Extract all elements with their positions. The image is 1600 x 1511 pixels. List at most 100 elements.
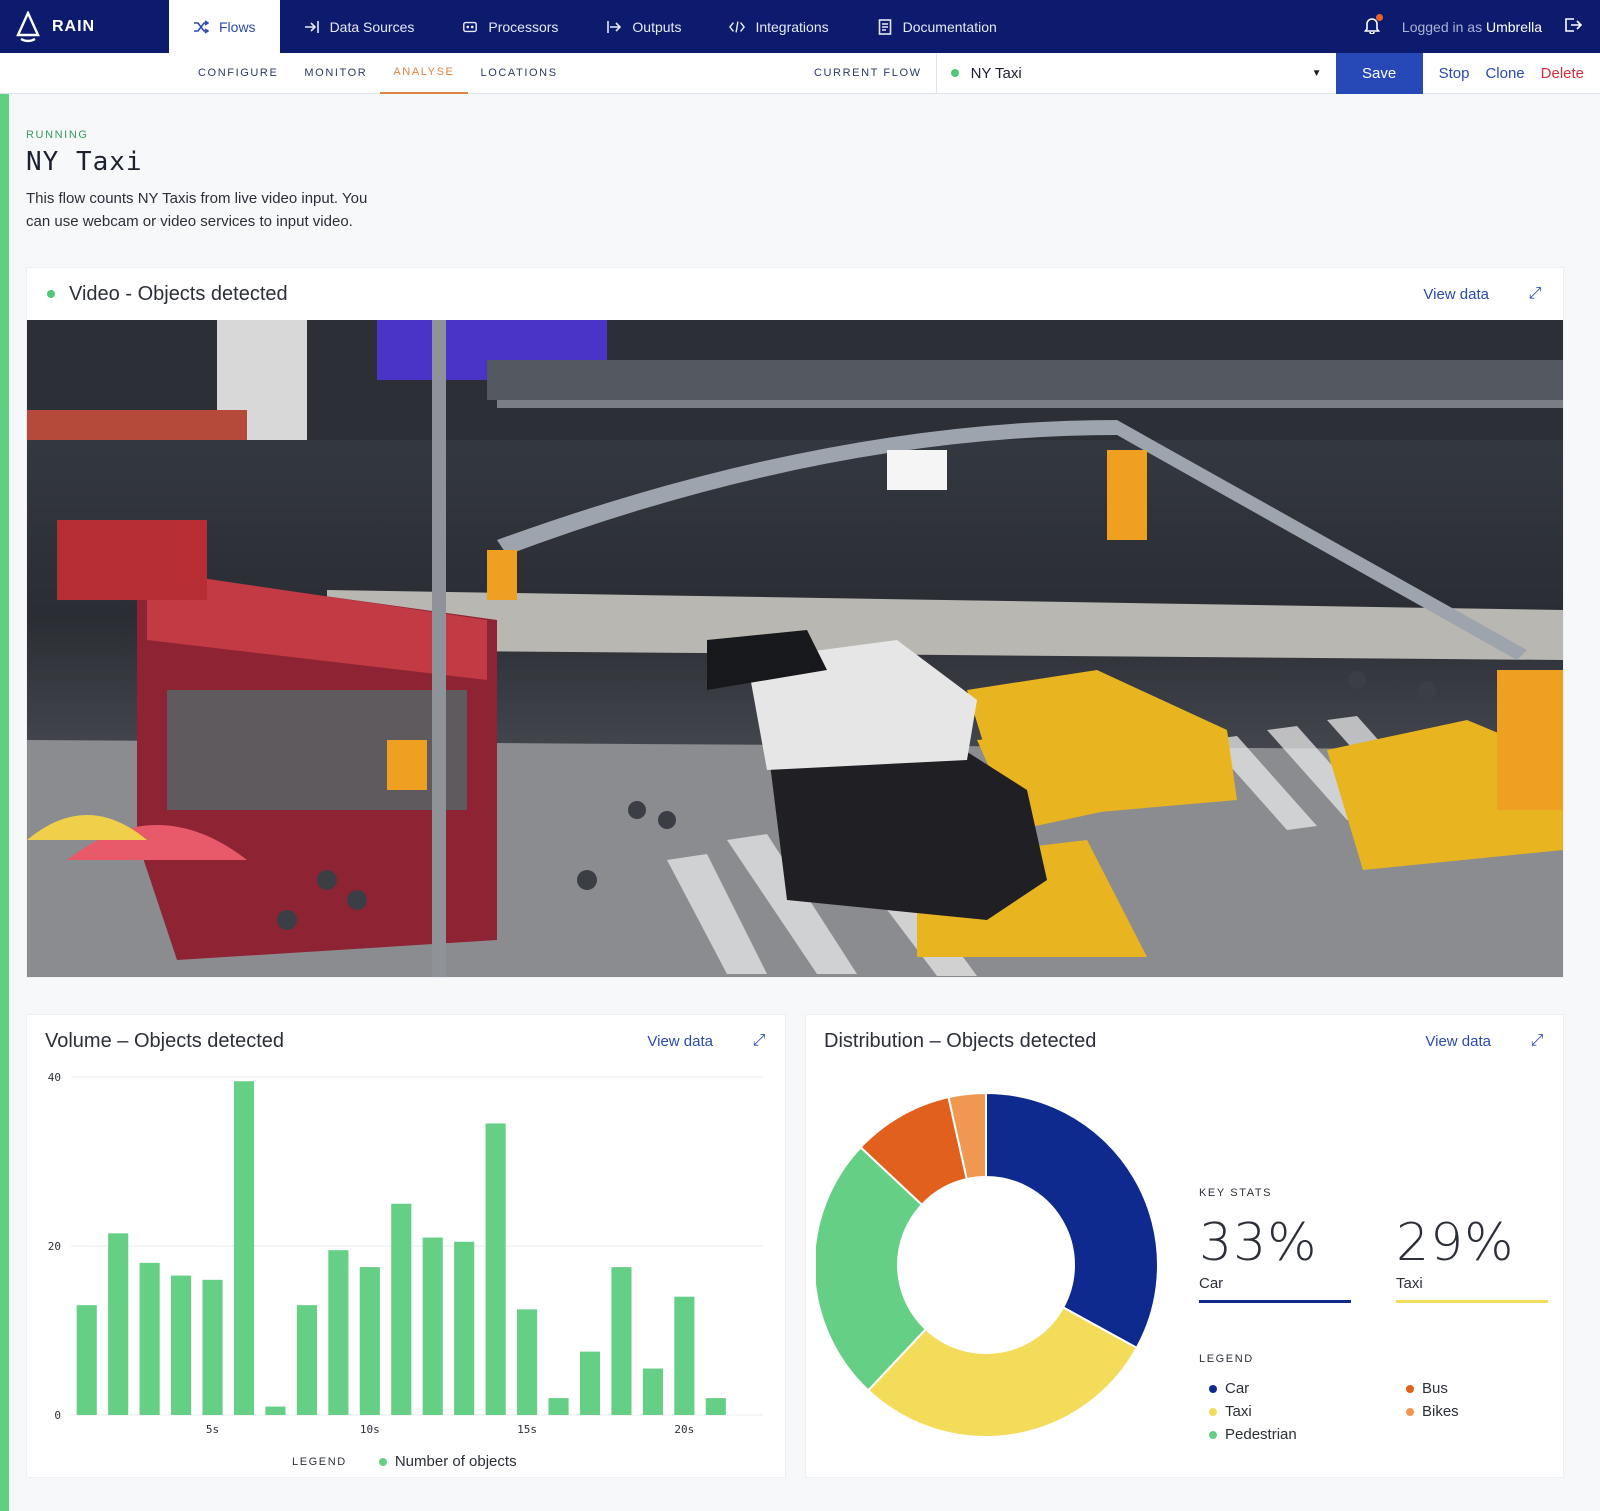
bar [705, 1398, 726, 1415]
legend-item-taxi: Taxi [1209, 1400, 1396, 1423]
y-tick-label: 20 [48, 1240, 61, 1253]
bar [296, 1305, 317, 1415]
legend-item-car: Car [1209, 1377, 1396, 1400]
flow-description: This flow counts NY Taxis from live vide… [26, 190, 368, 230]
nav-documentation[interactable]: Documentation [853, 0, 1021, 53]
arrow-out-icon [606, 19, 622, 35]
video-feed[interactable] [27, 320, 1563, 977]
y-tick-label: 40 [48, 1071, 61, 1084]
legend-dot [378, 1458, 387, 1467]
tab-analyse[interactable]: ANALYSE [380, 53, 468, 94]
distribution-card: Distribution – Objects detected View dat… [805, 1014, 1564, 1478]
live-dot [47, 290, 55, 298]
volume-legend-label: LEGEND [292, 1455, 347, 1468]
bar [579, 1351, 601, 1415]
video-card: Video - Objects detected View data ⤢ [26, 267, 1564, 978]
legend-col-2: Bus Bikes [1396, 1377, 1459, 1446]
user-name[interactable]: Umbrella [1486, 19, 1542, 35]
user-area: Logged in as Umbrella [1363, 14, 1600, 37]
expand-icon[interactable]: ⤢ [751, 1032, 767, 1050]
distribution-legend: LEGEND Car Taxi Pedestrian Bus Bikes [1199, 1353, 1549, 1446]
processor-icon [462, 19, 478, 35]
volume-view-data-link[interactable]: View data [647, 1033, 713, 1050]
bar [171, 1275, 192, 1415]
volume-legend: LEGEND Number of objects [292, 1453, 517, 1470]
distribution-legend-label: LEGEND [1199, 1353, 1254, 1365]
bar [642, 1368, 663, 1415]
stat-taxi-value: 29% [1396, 1213, 1515, 1273]
stat-taxi: 29% Taxi [1396, 1213, 1548, 1303]
caret-down-icon: ▼ [1311, 67, 1322, 79]
logged-in-text: Logged in as Umbrella [1401, 18, 1542, 35]
logout-icon[interactable] [1564, 17, 1583, 36]
video-frame-image [27, 320, 1563, 977]
legend-item-pedestrian: Pedestrian [1209, 1423, 1396, 1446]
stat-car-label: Car [1199, 1275, 1224, 1292]
donut-slice-car [985, 1091, 1159, 1350]
legend-item-bikes: Bikes [1406, 1400, 1459, 1423]
app-name: RAIN [52, 17, 96, 35]
nav-processors[interactable]: Processors [438, 0, 582, 53]
bar [611, 1267, 632, 1415]
legend-columns: Car Taxi Pedestrian Bus Bikes [1199, 1377, 1549, 1446]
legend-col-1: Car Taxi Pedestrian [1199, 1377, 1396, 1446]
app-logo[interactable]: RAIN [0, 0, 169, 53]
stat-taxi-bar [1396, 1300, 1548, 1303]
distribution-donut-chart [816, 1091, 1159, 1439]
nav-integrations[interactable]: Integrations [705, 0, 852, 53]
bar [548, 1398, 569, 1415]
distribution-view-data-link[interactable]: View data [1425, 1033, 1491, 1050]
video-card-title: Video - Objects detected [69, 282, 288, 305]
key-stats: KEY STATS 33% Car 29% Taxi [1199, 1187, 1549, 1303]
volume-legend-item: Number of objects [378, 1453, 517, 1470]
bar [108, 1233, 129, 1415]
nav-outputs[interactable]: Outputs [582, 0, 705, 53]
bar [359, 1267, 380, 1415]
shuffle-icon [193, 19, 209, 35]
main-nav: Flows Data Sources Processors Outputs In… [169, 0, 1021, 53]
bar [202, 1279, 223, 1415]
stat-car-bar [1199, 1300, 1351, 1303]
flow-status-dot [950, 69, 959, 77]
view-data-link[interactable]: View data [1423, 286, 1489, 303]
x-tick-label: 15s [517, 1423, 537, 1436]
arrow-in-icon [304, 19, 320, 35]
volume-bar-chart: 0 20 40 5s 10s 15s 20s [48, 1071, 763, 1436]
y-tick-label: 0 [54, 1409, 61, 1422]
bar [76, 1305, 97, 1415]
delete-button[interactable]: Delete [1541, 65, 1584, 82]
current-flow-select[interactable]: NY Taxi ▼ [935, 52, 1336, 94]
save-button[interactable]: Save [1335, 52, 1423, 94]
x-tick-label: 20s [674, 1423, 694, 1436]
key-stats-row: 33% Car 29% Taxi [1199, 1213, 1549, 1303]
stop-button[interactable]: Stop [1439, 65, 1470, 82]
bar [422, 1237, 443, 1415]
legend-dot [1209, 1385, 1217, 1394]
current-flow-value: NY Taxi [970, 64, 1022, 82]
collapse-icon[interactable]: ⤢ [1527, 285, 1543, 303]
sub-navbar: CONFIGURE MONITOR ANALYSE LOCATIONS CURR… [0, 52, 1600, 94]
distribution-card-header: Distribution – Objects detected View dat… [806, 1015, 1563, 1067]
nav-flows[interactable]: Flows [169, 0, 280, 53]
current-flow-label: CURRENT FLOW [813, 67, 922, 79]
tab-monitor[interactable]: MONITOR [291, 53, 380, 94]
bar [674, 1296, 695, 1415]
x-tick-label: 10s [360, 1423, 380, 1436]
nav-data-sources[interactable]: Data Sources [280, 0, 439, 53]
volume-card: Volume – Objects detected View data ⤢ 0 2… [26, 1014, 786, 1478]
analysis-tabs: CONFIGURE MONITOR ANALYSE LOCATIONS [185, 53, 571, 94]
bar [454, 1241, 475, 1415]
bar [391, 1203, 412, 1415]
tab-configure[interactable]: CONFIGURE [185, 53, 291, 94]
legend-item-bus: Bus [1406, 1377, 1459, 1400]
distribution-expand-icon[interactable]: ⤢ [1529, 1032, 1545, 1050]
bar [485, 1123, 506, 1415]
top-navbar: RAIN Flows Data Sources Processors Outpu… [0, 0, 1600, 53]
clone-button[interactable]: Clone [1485, 65, 1524, 82]
tab-locations[interactable]: LOCATIONS [468, 53, 571, 94]
video-card-header: Video - Objects detected View data ⤢ [27, 268, 1563, 320]
bell-icon[interactable] [1363, 14, 1383, 37]
volume-card-title: Volume – Objects detected [45, 1029, 285, 1052]
status-stripe [0, 94, 9, 1511]
legend-dot [1406, 1385, 1414, 1394]
